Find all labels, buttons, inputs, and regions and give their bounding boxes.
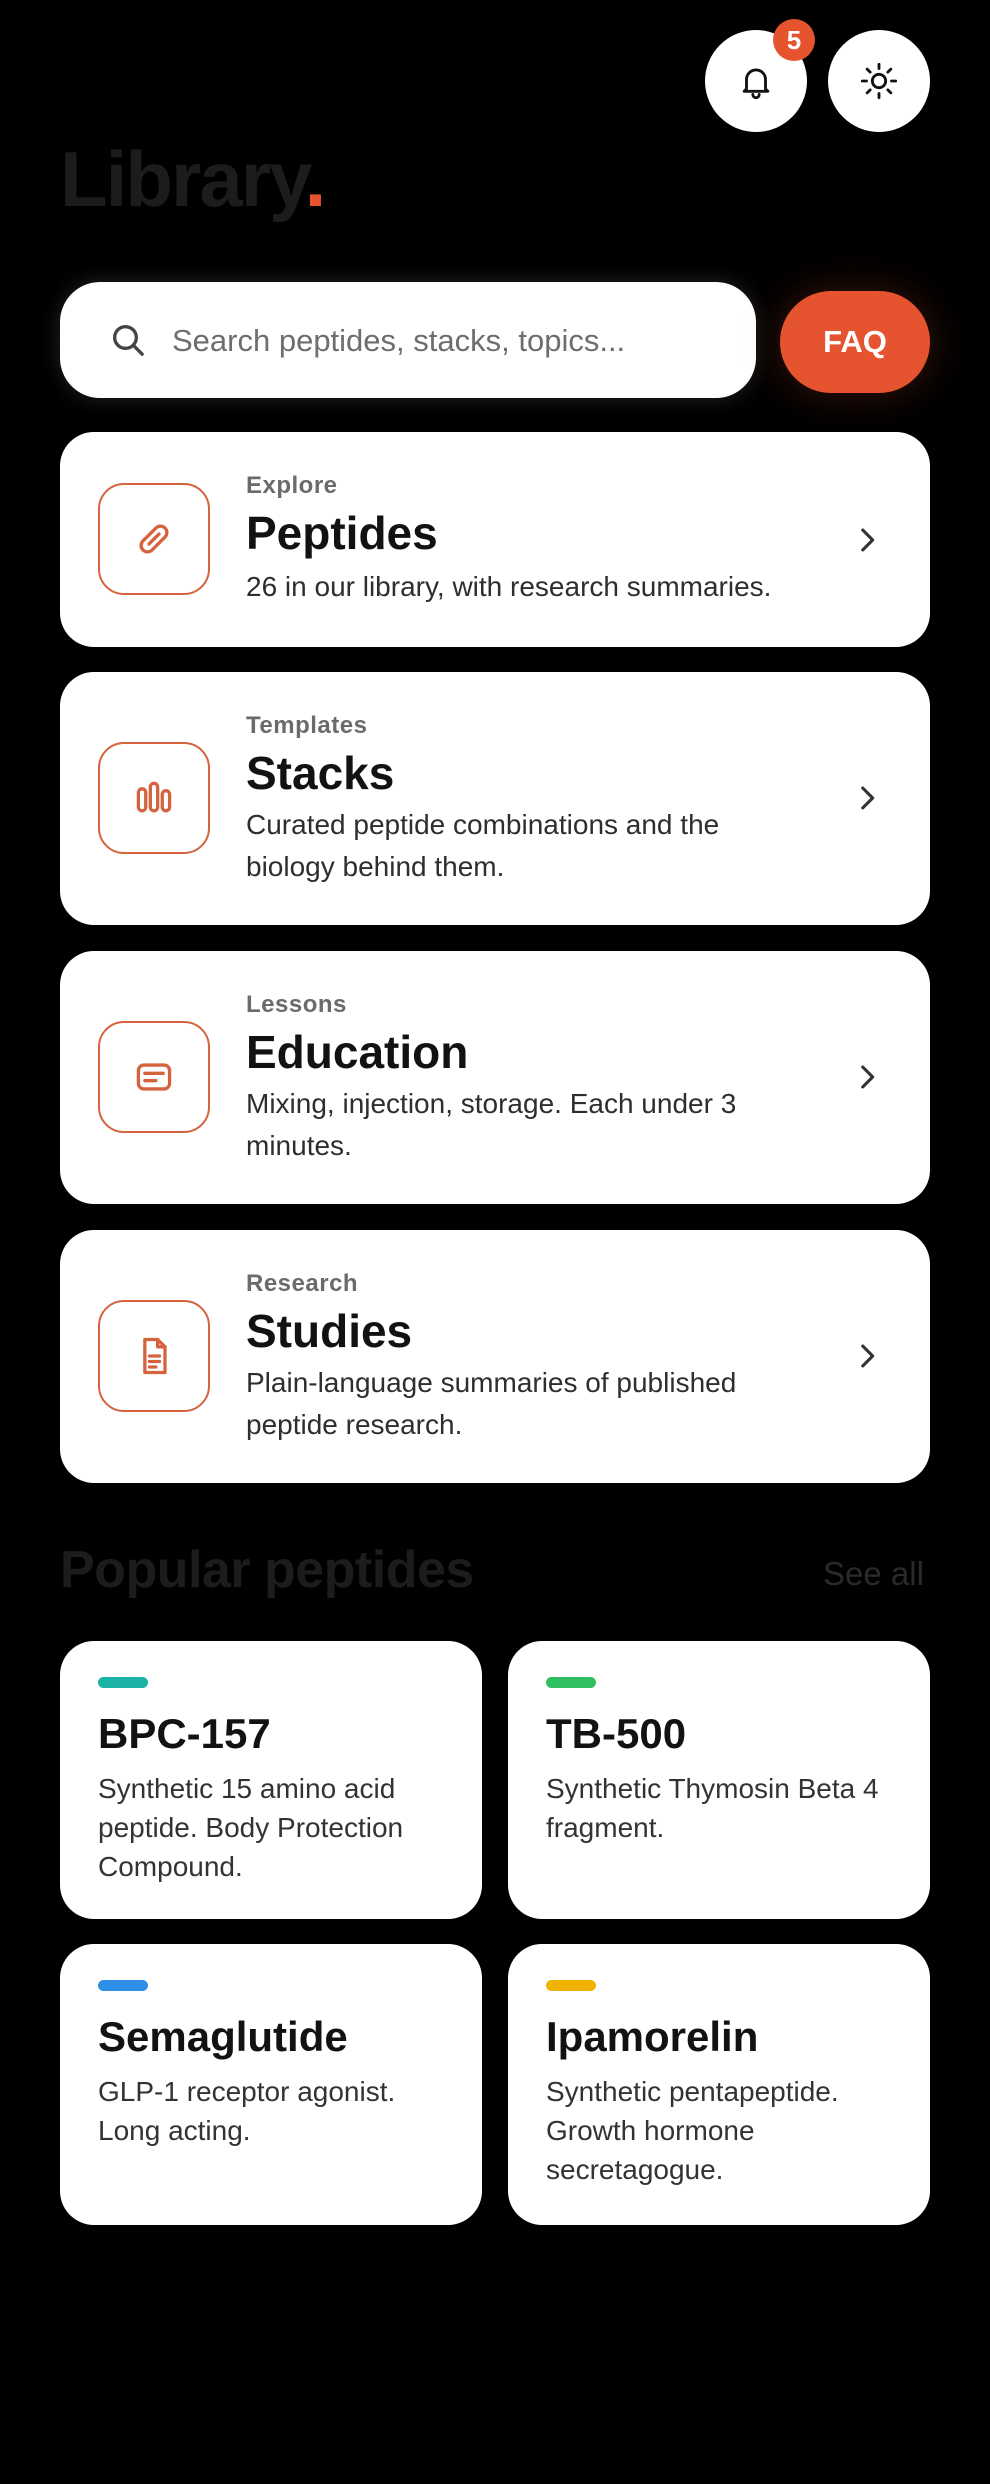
- section-icon-box: [98, 483, 210, 595]
- section-kicker: Research: [246, 1270, 359, 1297]
- section-kicker: Explore: [246, 472, 338, 499]
- peptide-name: Ipamorelin: [546, 2013, 759, 2060]
- see-all-link[interactable]: See all: [823, 1555, 924, 1593]
- pill-icon: [139, 524, 169, 554]
- peptide-card-ipamorelin[interactable]: Ipamorelin Synthetic pentapeptide. Growt…: [508, 1944, 930, 2225]
- chevron-right-icon: [861, 1065, 875, 1089]
- section-description: Mixing, injection, storage. Each under 3…: [246, 1088, 737, 1161]
- section-description: 26 in our library, with research summari…: [246, 571, 772, 602]
- section-description: Plain-language summaries of published pe…: [246, 1367, 737, 1440]
- peptide-name: TB-500: [546, 1710, 687, 1757]
- section-card-studies[interactable]: Research Studies Plain-language summarie…: [60, 1230, 930, 1483]
- section-card-education[interactable]: Lessons Education Mixing, injection, sto…: [60, 951, 930, 1204]
- vials-icon: [136, 781, 172, 813]
- bell-icon: [742, 68, 770, 99]
- section-card-stacks[interactable]: Templates Stacks Curated peptide combina…: [60, 672, 930, 925]
- faq-button[interactable]: FAQ: [780, 291, 930, 393]
- chevron-right-icon: [861, 528, 875, 552]
- section-card-peptides[interactable]: Explore Peptides 26 in our library, with…: [60, 432, 930, 647]
- peptide-description: Synthetic pentapeptide. Growth hormone s…: [546, 2076, 839, 2185]
- section-title: Stacks: [246, 747, 395, 799]
- section-icon-box: [98, 742, 210, 854]
- title-accent-dot: .: [304, 135, 327, 223]
- sun-icon: [860, 62, 898, 100]
- section-kicker: Templates: [246, 712, 368, 739]
- section-kicker: Lessons: [246, 991, 347, 1018]
- peptide-description: Synthetic Thymosin Beta 4 fragment.: [546, 1773, 879, 1843]
- section-title: Studies: [246, 1305, 413, 1357]
- search-bar[interactable]: [60, 282, 756, 398]
- chevron-right-icon: [861, 786, 875, 810]
- peptide-color-bar: [98, 1980, 148, 1991]
- library-page: 5 Library. FAQ Explo: [0, 0, 990, 2484]
- peptide-card-tb-500[interactable]: TB-500 Synthetic Thymosin Beta 4 fragmen…: [508, 1641, 930, 1919]
- theme-toggle-button[interactable]: [828, 30, 930, 132]
- peptide-name: BPC-157: [98, 1710, 271, 1757]
- peptide-description: Synthetic 15 amino acid peptide. Body Pr…: [98, 1773, 404, 1882]
- section-title: Peptides: [246, 507, 438, 559]
- peptide-color-bar: [546, 1980, 596, 1991]
- chevron-right-icon: [861, 1344, 875, 1368]
- notification-count-badge: 5: [773, 19, 815, 61]
- peptide-name: Semaglutide: [98, 2013, 348, 2060]
- peptide-description: GLP-1 receptor agonist. Long acting.: [98, 2076, 396, 2146]
- section-title: Education: [246, 1026, 469, 1078]
- section-description: Curated peptide combinations and the bio…: [246, 809, 720, 882]
- search-icon: [113, 325, 144, 356]
- page-title-text: Library: [60, 135, 307, 223]
- peptide-card-bpc-157[interactable]: BPC-157 Synthetic 15 amino acid peptide.…: [60, 1641, 482, 1919]
- popular-peptides-heading: Popular peptides: [60, 1541, 474, 1599]
- peptide-color-bar: [98, 1677, 148, 1688]
- message-icon: [136, 1063, 172, 1091]
- section-icon-box: [98, 1021, 210, 1133]
- page-title: Library.: [60, 140, 326, 218]
- document-icon: [143, 1337, 167, 1375]
- peptide-card-semaglutide[interactable]: Semaglutide GLP-1 receptor agonist. Long…: [60, 1944, 482, 2225]
- section-icon-box: [98, 1300, 210, 1412]
- search-input[interactable]: [170, 312, 734, 370]
- peptide-color-bar: [546, 1677, 596, 1688]
